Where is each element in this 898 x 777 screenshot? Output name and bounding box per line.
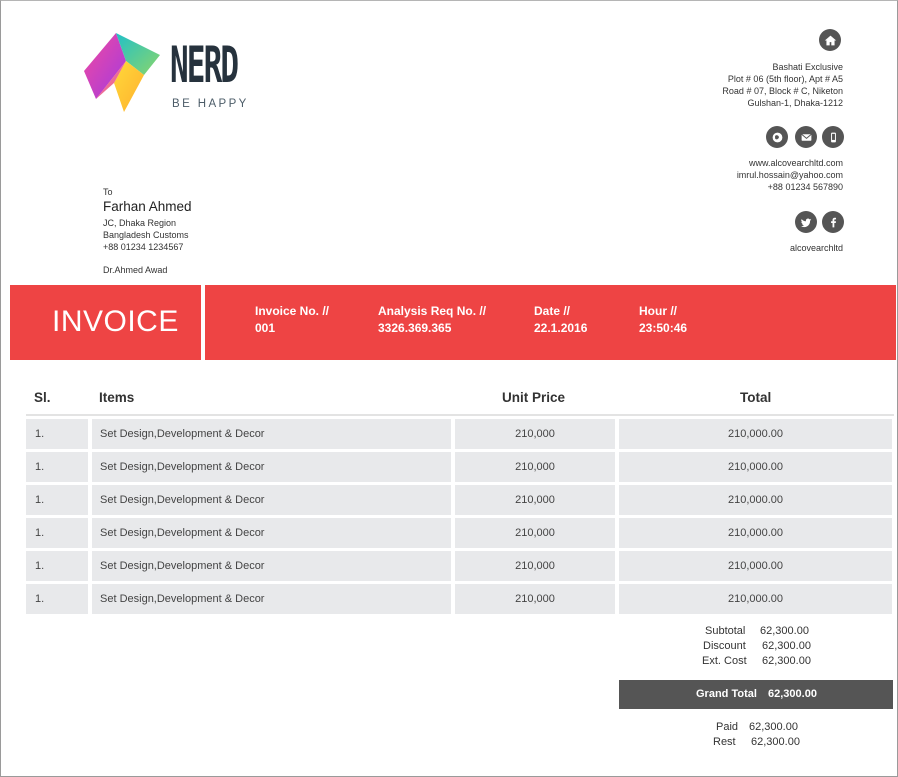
cell-total: 210,000.00 <box>619 551 892 581</box>
cell-sl: 1. <box>26 518 88 548</box>
cell-total: 210,000.00 <box>619 584 892 614</box>
cell-sl: 1. <box>26 551 88 581</box>
company-contact: www.alcovearchltd.com imrul.hossain@yaho… <box>737 157 843 193</box>
twitter-icon[interactable] <box>795 211 817 233</box>
company-address: Bashati Exclusive Plot # 06 (5th floor),… <box>722 61 843 109</box>
column-header-sl: Sl. <box>34 390 51 405</box>
cell-total: 210,000.00 <box>619 518 892 548</box>
recipient-details: JC, Dhaka Region Bangladesh Customs +88 … <box>103 217 189 253</box>
analysis-req-label: Analysis Req No. // <box>378 304 487 318</box>
table-row: 1. Set Design,Development & Decor 210,00… <box>26 485 894 515</box>
phone-number: +88 01234 567890 <box>767 182 843 192</box>
phone-icon[interactable] <box>822 126 844 148</box>
address-line: Bashati Exclusive <box>772 62 843 72</box>
cell-item: Set Design,Development & Decor <box>92 518 451 548</box>
cell-total: 210,000.00 <box>619 452 892 482</box>
ext-cost-label: Ext. Cost <box>702 655 747 667</box>
subtotal-value: 62,300.00 <box>760 625 809 637</box>
date-value: 22.1.2016 <box>534 321 588 335</box>
invoice-no-label: Invoice No. // <box>255 304 330 318</box>
cell-item: Set Design,Development & Decor <box>92 551 451 581</box>
globe-icon[interactable] <box>766 126 788 148</box>
grand-total-label: Grand Total <box>696 688 757 700</box>
invoice-no-value: 001 <box>255 321 276 335</box>
cell-total: 210,000.00 <box>619 419 892 449</box>
address-line: Plot # 06 (5th floor), Apt # A5 <box>727 74 843 84</box>
cell-total: 210,000.00 <box>619 485 892 515</box>
cell-unit-price: 210,000 <box>455 551 615 581</box>
social-handle[interactable]: alcovearchltd <box>790 243 843 253</box>
cell-sl: 1. <box>26 452 88 482</box>
banner-divider <box>201 285 205 360</box>
cell-item: Set Design,Development & Decor <box>92 452 451 482</box>
grand-total-value: 62,300.00 <box>768 688 817 700</box>
brand-name: NERD <box>170 36 239 94</box>
table-row: 1. Set Design,Development & Decor 210,00… <box>26 551 894 581</box>
subtotal-label: Subtotal <box>705 625 746 637</box>
recipient-signatory: Dr.Ahmed Awad <box>103 265 168 275</box>
date-label: Date // <box>534 304 571 318</box>
recipient-line: +88 01234 1234567 <box>103 242 184 252</box>
cell-item: Set Design,Development & Decor <box>92 419 451 449</box>
website-link[interactable]: www.alcovearchltd.com <box>737 157 843 169</box>
header-rule <box>26 414 894 416</box>
invoice-title: INVOICE <box>52 305 179 338</box>
table-row: 1. Set Design,Development & Decor 210,00… <box>26 452 894 482</box>
cell-sl: 1. <box>26 584 88 614</box>
table-row: 1. Set Design,Development & Decor 210,00… <box>26 518 894 548</box>
column-header-total: Total <box>740 390 772 405</box>
address-line: Road # 07, Block # C, Niketon <box>722 86 843 96</box>
cell-unit-price: 210,000 <box>455 584 615 614</box>
hour-label: Hour // <box>639 304 677 318</box>
column-header-unit-price: Unit Price <box>502 390 566 405</box>
cell-unit-price: 210,000 <box>455 518 615 548</box>
address-line: Gulshan-1, Dhaka-1212 <box>747 98 843 108</box>
rest-value: 62,300.00 <box>751 736 800 748</box>
paid-label: Paid <box>716 721 739 733</box>
mail-icon[interactable] <box>795 126 817 148</box>
paid-value: 62,300.00 <box>749 721 798 733</box>
grand-total-bar: Grand Total 62,300.00 <box>619 680 893 709</box>
cell-unit-price: 210,000 <box>455 419 615 449</box>
home-icon[interactable] <box>819 29 841 51</box>
table-row: 1. Set Design,Development & Decor 210,00… <box>26 419 894 449</box>
ext-cost-value: 62,300.00 <box>762 655 811 667</box>
discount-label: Discount <box>703 640 746 652</box>
cell-unit-price: 210,000 <box>455 485 615 515</box>
facebook-icon[interactable] <box>822 211 844 233</box>
recipient-line: Bangladesh Customs <box>103 230 189 240</box>
brand-tagline: BE HAPPY <box>172 98 249 110</box>
cell-item: Set Design,Development & Decor <box>92 485 451 515</box>
recipient-line: JC, Dhaka Region <box>103 218 177 228</box>
cell-sl: 1. <box>26 485 88 515</box>
column-header-items: Items <box>99 390 135 405</box>
hour-value: 23:50:46 <box>639 321 688 335</box>
cell-unit-price: 210,000 <box>455 452 615 482</box>
cell-item: Set Design,Development & Decor <box>92 584 451 614</box>
rest-label: Rest <box>713 736 736 748</box>
analysis-req-value: 3326.369.365 <box>378 321 452 335</box>
table-row: 1. Set Design,Development & Decor 210,00… <box>26 584 894 614</box>
recipient-name: Farhan Ahmed <box>103 199 192 214</box>
recipient-label: To <box>103 187 113 197</box>
discount-value: 62,300.00 <box>762 640 811 652</box>
email-link[interactable]: imrul.hossain@yahoo.com <box>737 169 843 181</box>
logo-icon <box>84 33 160 112</box>
cell-sl: 1. <box>26 419 88 449</box>
